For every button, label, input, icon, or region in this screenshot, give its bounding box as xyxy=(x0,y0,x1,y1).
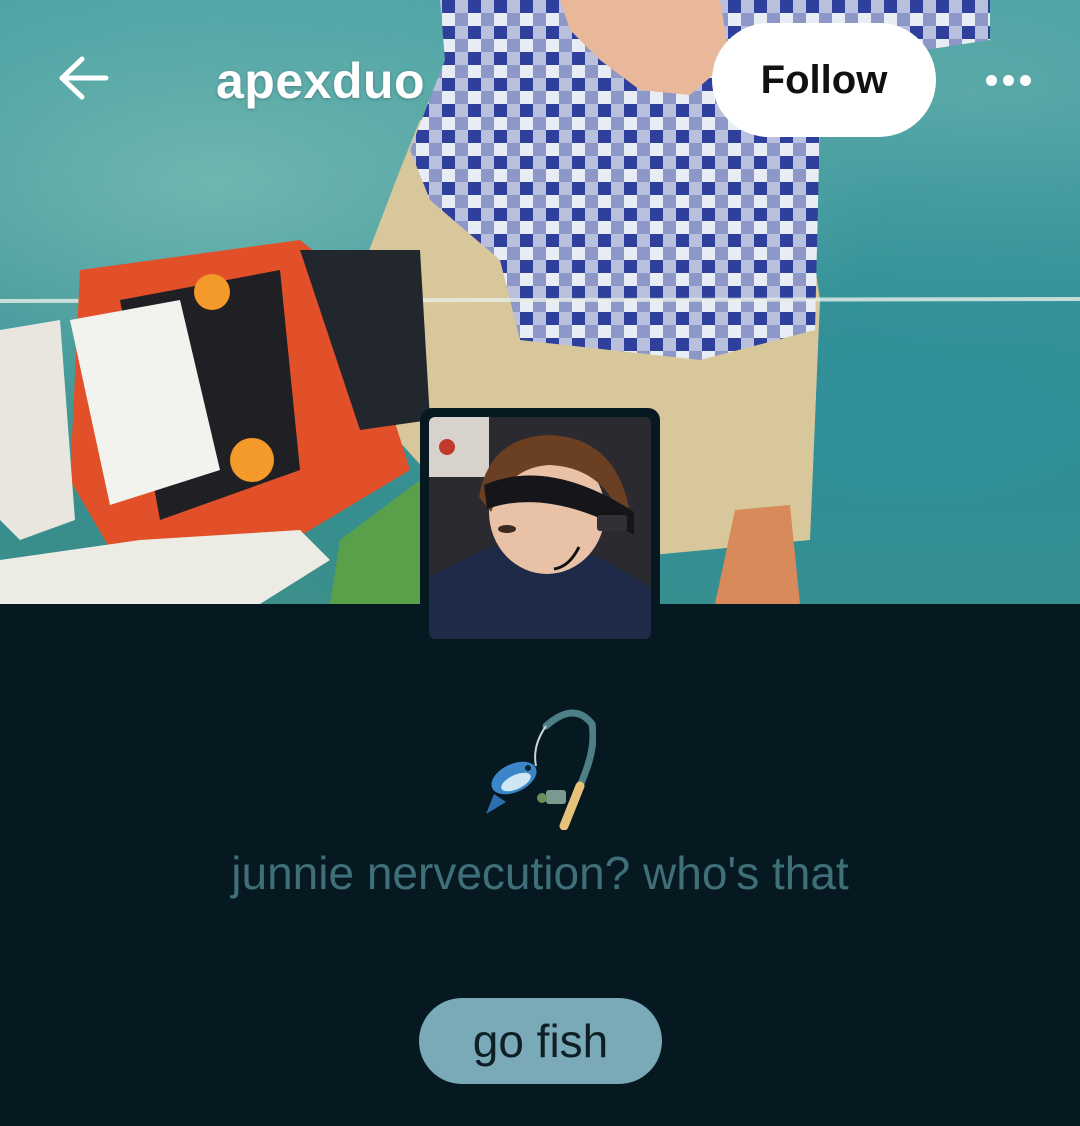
go-fish-button[interactable]: go fish xyxy=(419,998,662,1084)
more-options-button[interactable] xyxy=(976,58,1040,102)
avatar[interactable] xyxy=(420,408,660,648)
back-button[interactable] xyxy=(52,46,116,110)
arrow-left-icon xyxy=(59,56,109,100)
follow-button[interactable]: Follow xyxy=(712,23,936,137)
fishing-pole-emoji xyxy=(484,706,597,831)
blog-name[interactable]: apexduo xyxy=(216,52,425,110)
ellipsis-icon xyxy=(985,74,997,86)
avatar-image xyxy=(429,417,651,639)
blog-description: junnie nervecution? who's that xyxy=(231,847,849,899)
